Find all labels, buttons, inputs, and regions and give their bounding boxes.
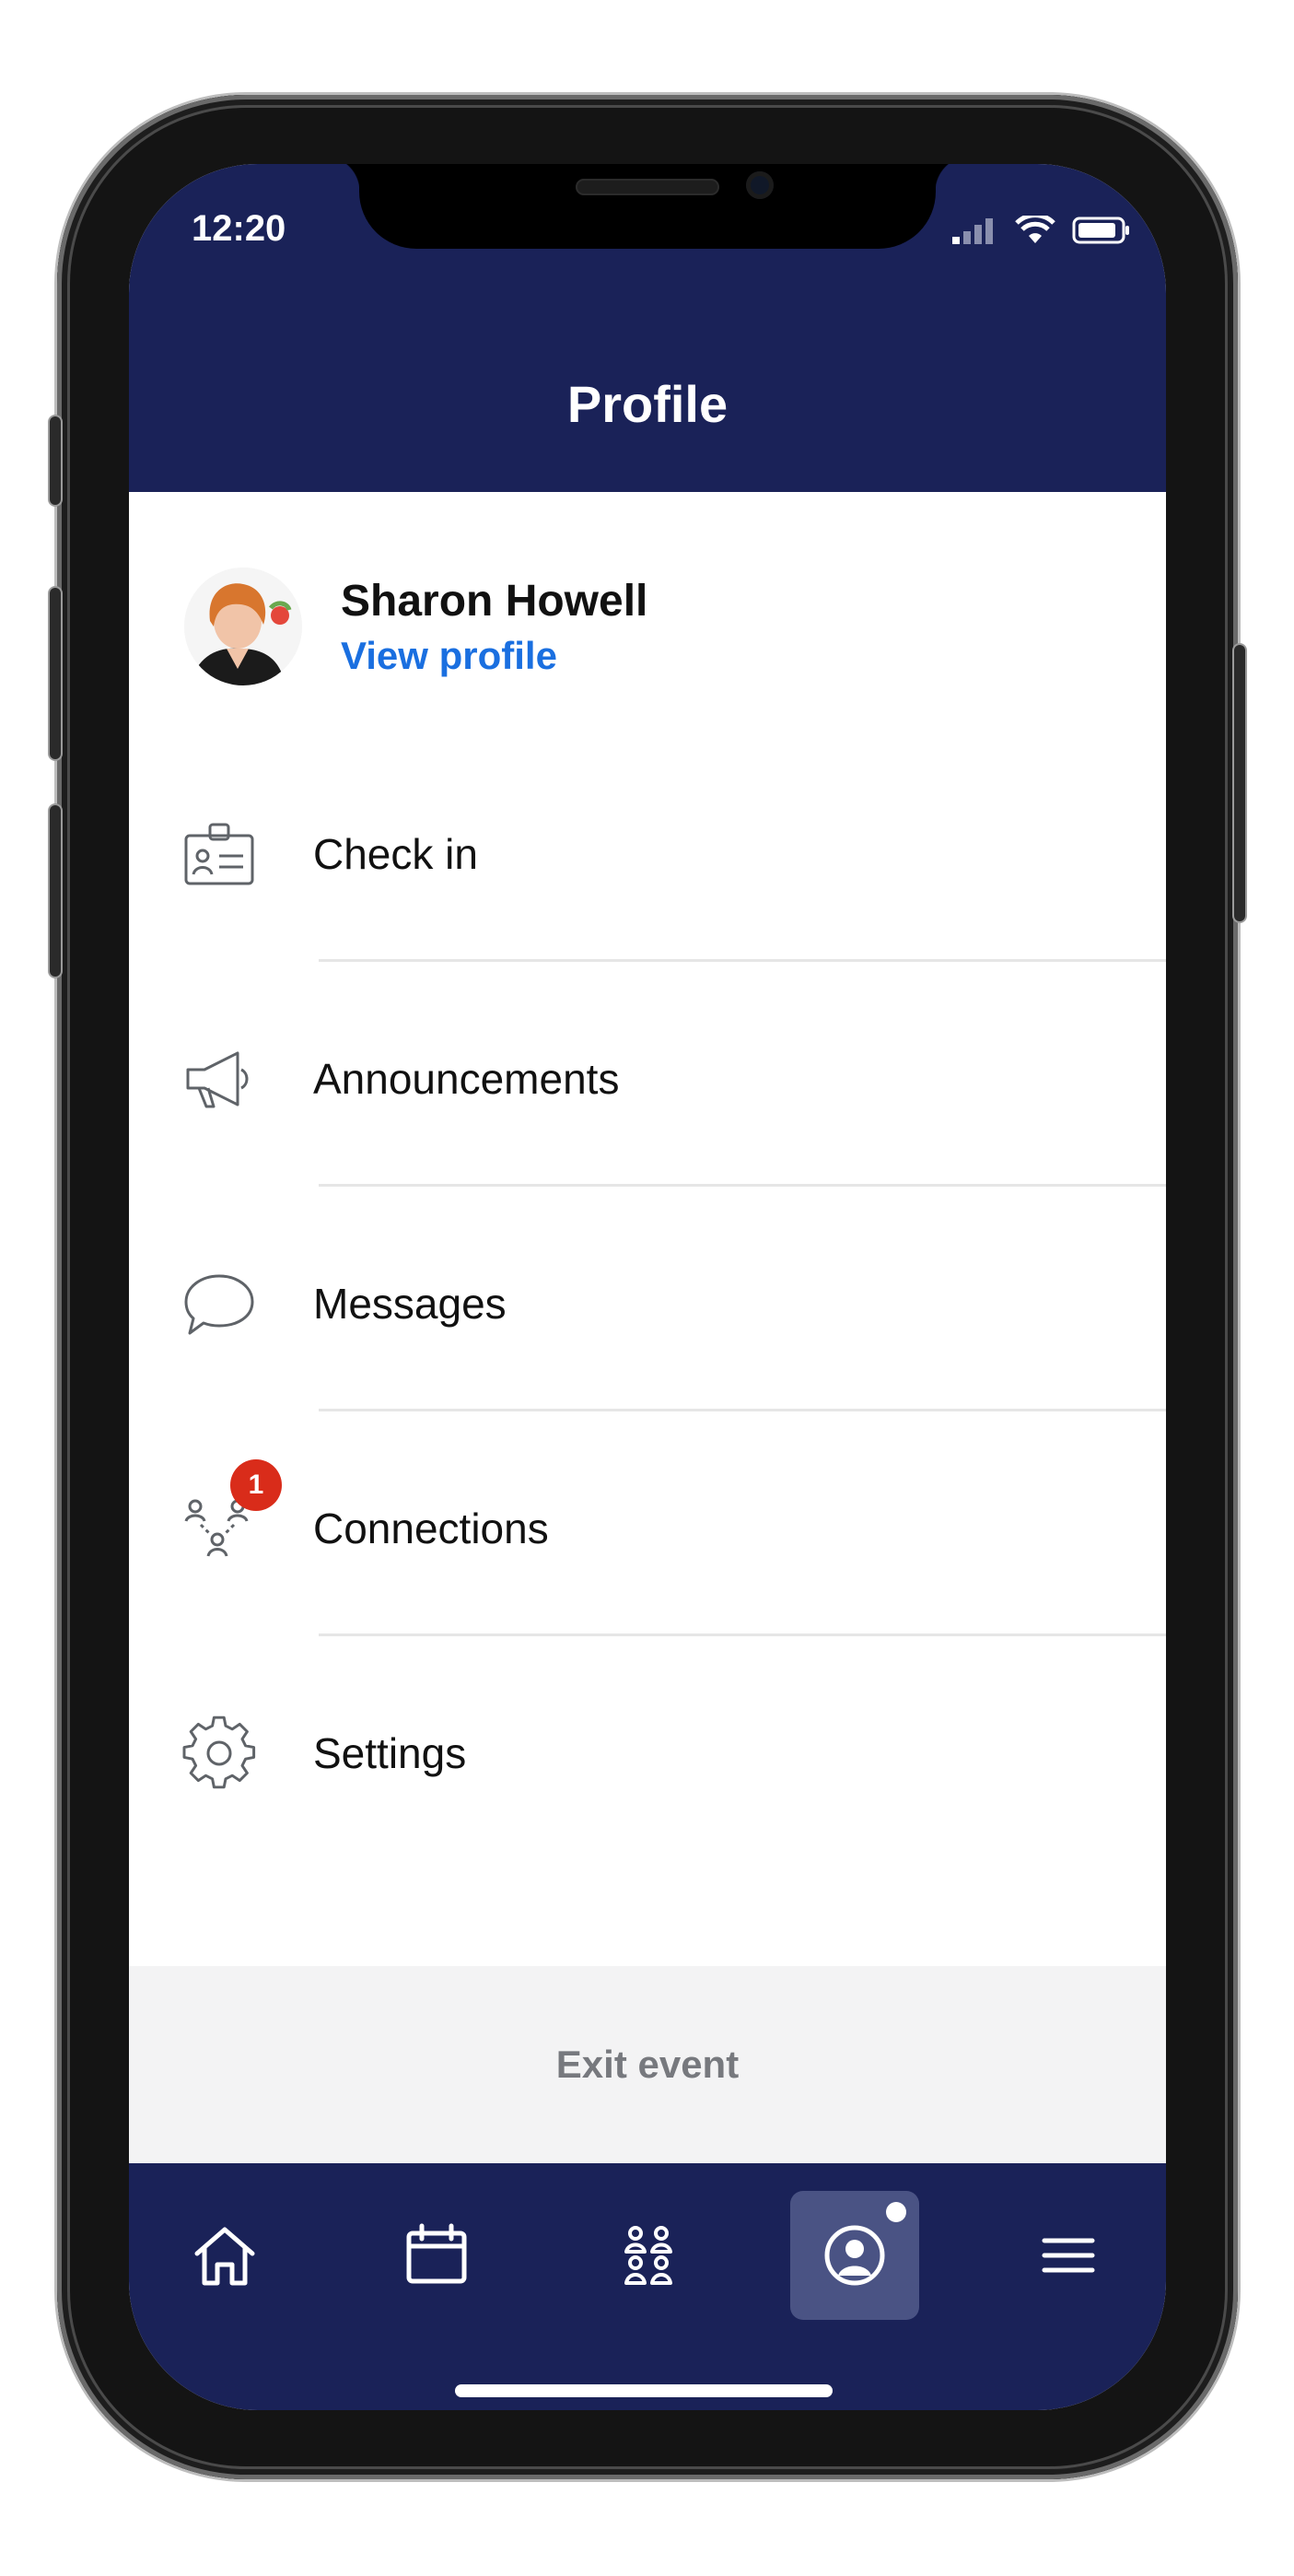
menu-label-connections: Connections: [313, 1505, 549, 1552]
page-title: Profile: [566, 375, 729, 433]
silent-switch: [50, 416, 61, 505]
notch: [324, 164, 971, 249]
menu-label-messages: Messages: [313, 1280, 507, 1328]
volume-down-button: [50, 805, 61, 977]
hamburger-icon: [1042, 2238, 1095, 2273]
speaker: [576, 179, 719, 195]
menu-item-messages[interactable]: Messages: [129, 1187, 1166, 1411]
notification-badge: 1: [230, 1459, 282, 1511]
tab-profile[interactable]: [790, 2191, 919, 2320]
screen: 12:20 Profile Sharon Howell View profile…: [129, 164, 1166, 2410]
signal-icon: [952, 218, 993, 244]
menu-item-settings[interactable]: Settings: [129, 1636, 1166, 1861]
battery-icon: [1072, 217, 1129, 244]
home-indicator[interactable]: [455, 2384, 833, 2397]
megaphone-icon: [186, 1051, 249, 1108]
status-time: 12:20: [192, 208, 286, 249]
chat-bubble-icon: [184, 1274, 254, 1335]
id-badge-icon: [184, 823, 254, 885]
profile-summary[interactable]: Sharon Howell View profile: [184, 562, 1105, 691]
notification-dot: [886, 2202, 906, 2222]
tab-home[interactable]: [160, 2191, 289, 2320]
bottom-tab-bar: [129, 2163, 1166, 2410]
menu-label-announcements: Announcements: [313, 1055, 620, 1103]
gear-icon: [182, 1715, 256, 1789]
front-camera: [746, 171, 774, 199]
menu-label-settings: Settings: [313, 1729, 467, 1777]
view-profile-link[interactable]: View profile: [341, 634, 647, 678]
exit-event-button[interactable]: Exit event: [129, 1966, 1166, 2163]
home-icon: [194, 2227, 255, 2286]
tab-menu[interactable]: [1004, 2191, 1133, 2320]
menu-item-connections[interactable]: 1 Connections: [129, 1411, 1166, 1636]
power-button: [1234, 645, 1245, 921]
menu-item-announcements[interactable]: Announcements: [129, 962, 1166, 1187]
avatar-image: [184, 568, 302, 685]
calendar-icon: [406, 2223, 467, 2284]
wifi-icon: [1015, 216, 1055, 243]
status-icons: [950, 216, 1131, 245]
tab-attendees[interactable]: [584, 2191, 713, 2320]
menu-label-check-in: Check in: [313, 830, 478, 878]
menu-item-check-in[interactable]: Check in: [129, 737, 1166, 962]
tab-schedule[interactable]: [372, 2191, 501, 2320]
people-icon: [624, 2226, 672, 2285]
profile-icon: [824, 2225, 885, 2286]
volume-up-button: [50, 588, 61, 759]
user-name: Sharon Howell: [341, 576, 648, 626]
avatar[interactable]: [184, 568, 302, 685]
